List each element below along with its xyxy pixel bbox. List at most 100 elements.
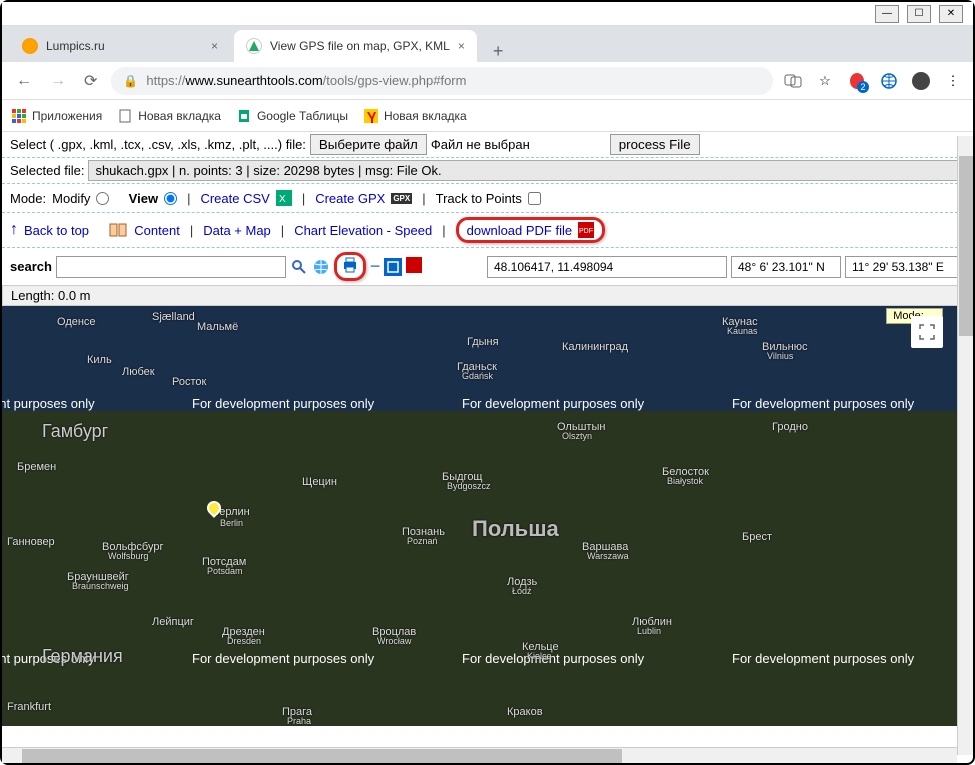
gpx-icon: GPX bbox=[391, 193, 412, 204]
globe-icon[interactable] bbox=[879, 71, 899, 91]
city-label: Kaunas bbox=[727, 326, 758, 336]
create-gpx-link[interactable]: Create GPX bbox=[315, 191, 385, 206]
tab-title: Lumpics.ru bbox=[46, 39, 105, 53]
back-to-top-link[interactable]: Back to top bbox=[24, 223, 89, 238]
bookmark-label: Новая вкладка bbox=[384, 109, 467, 123]
pdf-small-icon[interactable] bbox=[406, 257, 422, 276]
content-link[interactable]: Content bbox=[134, 223, 180, 238]
minimize-button[interactable]: — bbox=[875, 5, 899, 23]
city-label: Росток bbox=[172, 376, 206, 388]
city-label: Гамбург bbox=[42, 421, 108, 442]
favicon-sunearth bbox=[246, 38, 262, 54]
opera-ext-icon[interactable]: 2 bbox=[847, 71, 867, 91]
watermark: For development purposes only bbox=[462, 396, 644, 411]
window-controls: — ☐ ✕ bbox=[2, 2, 973, 26]
city-label: Białystok bbox=[667, 476, 703, 486]
watermark: For development purposes only bbox=[192, 651, 374, 666]
bookmark-item[interactable]: Новая вкладка bbox=[118, 109, 221, 123]
city-label: Любек bbox=[122, 366, 155, 378]
coord-lon-dms: 11° 29' 53.138" E bbox=[845, 256, 965, 278]
new-tab-button[interactable]: + bbox=[481, 41, 516, 62]
view-radio[interactable] bbox=[164, 192, 177, 205]
svg-text:PDF: PDF bbox=[579, 228, 593, 235]
selected-file-label: Selected file: bbox=[10, 163, 84, 178]
city-label: Оденсе bbox=[57, 316, 96, 328]
page-content: Select ( .gpx, .kml, .tcx, .csv, .xls, .… bbox=[2, 132, 973, 726]
download-pdf-link[interactable]: download PDF file bbox=[467, 223, 573, 238]
city-label: Vilnius bbox=[767, 351, 793, 361]
download-pdf-highlight: download PDF file PDF bbox=[456, 217, 606, 243]
city-label: Kielce bbox=[527, 651, 552, 661]
bookmark-label: Новая вкладка bbox=[138, 109, 221, 123]
horizontal-scrollbar[interactable] bbox=[2, 747, 957, 763]
close-window-button[interactable]: ✕ bbox=[939, 5, 963, 23]
scroll-thumb[interactable] bbox=[959, 156, 973, 336]
address-bar: ← → ⟳ 🔒 https://www.sunearthtools.com/to… bbox=[2, 62, 973, 100]
search-label: search bbox=[10, 259, 52, 274]
city-label: Poznań bbox=[407, 536, 438, 546]
book-icon bbox=[108, 222, 128, 238]
translate-icon[interactable] bbox=[783, 71, 803, 91]
file-select-row: Select ( .gpx, .kml, .tcx, .csv, .xls, .… bbox=[2, 132, 973, 158]
close-tab-icon[interactable]: × bbox=[211, 39, 218, 53]
bookmark-item[interactable]: Google Таблицы bbox=[237, 109, 348, 123]
tab-lumpics[interactable]: Lumpics.ru × bbox=[10, 30, 230, 62]
city-label: Potsdam bbox=[207, 566, 243, 576]
forward-button[interactable]: → bbox=[46, 68, 70, 94]
length-label: Length: 0.0 m bbox=[11, 288, 91, 303]
yandex-icon bbox=[364, 109, 378, 123]
search-icon[interactable] bbox=[290, 258, 308, 276]
extension-icons: ☆ 2 ⋮ bbox=[783, 71, 963, 91]
close-tab-icon[interactable]: × bbox=[458, 39, 465, 53]
bookmark-item[interactable]: Новая вкладка bbox=[364, 109, 467, 123]
chart-elevation-link[interactable]: Chart Elevation - Speed bbox=[294, 223, 432, 238]
badge-count: 2 bbox=[857, 81, 869, 93]
process-file-button[interactable]: process File bbox=[610, 134, 700, 155]
url-input[interactable]: 🔒 https://www.sunearthtools.com/tools/gp… bbox=[111, 67, 773, 95]
create-csv-link[interactable]: Create CSV bbox=[200, 191, 269, 206]
city-label: Dresden bbox=[227, 636, 261, 646]
apps-button[interactable]: Приложения bbox=[12, 109, 102, 123]
minus-icon[interactable]: − bbox=[370, 256, 381, 277]
city-label: Краков bbox=[507, 706, 543, 718]
excel-icon: X bbox=[276, 190, 292, 206]
star-icon[interactable]: ☆ bbox=[815, 71, 835, 91]
fullscreen-button[interactable] bbox=[911, 316, 943, 348]
coord-decimal: 48.106417, 11.498094 bbox=[487, 256, 727, 278]
menu-icon[interactable]: ⋮ bbox=[943, 71, 963, 91]
mode-label: Mode: bbox=[10, 191, 46, 206]
city-label: Gdańsk bbox=[462, 371, 493, 381]
reload-button[interactable]: ⟳ bbox=[80, 67, 101, 95]
scroll-thumb[interactable] bbox=[22, 749, 622, 763]
track-to-points-checkbox[interactable] bbox=[528, 192, 541, 205]
maximize-button[interactable]: ☐ bbox=[907, 5, 931, 23]
crop-icon[interactable] bbox=[384, 258, 402, 276]
search-row: search − 48.106417, 11.498094 48° 6' 23.… bbox=[2, 247, 973, 285]
tab-gps-view[interactable]: View GPS file on map, GPX, KML × bbox=[234, 30, 477, 62]
bookmark-label: Google Таблицы bbox=[257, 109, 348, 123]
apps-label: Приложения bbox=[32, 109, 102, 123]
watermark: For development purposes only bbox=[192, 396, 374, 411]
choose-file-button[interactable]: Выберите файл bbox=[310, 134, 427, 155]
print-icon[interactable] bbox=[341, 256, 359, 277]
city-label: Bydgoszcz bbox=[447, 481, 491, 491]
city-label: Щецин bbox=[302, 476, 337, 488]
selected-file-row: Selected file: shukach.gpx | n. points: … bbox=[2, 158, 973, 184]
back-button[interactable]: ← bbox=[12, 68, 36, 94]
url-text: https://www.sunearthtools.com/tools/gps-… bbox=[146, 73, 466, 88]
city-label: Łódź bbox=[512, 586, 532, 596]
city-label: Warszawa bbox=[587, 551, 629, 561]
city-label: Лейпциг bbox=[152, 616, 194, 628]
map-canvas[interactable]: Mode: ... ent purposes only For developm… bbox=[2, 306, 973, 726]
vertical-scrollbar[interactable] bbox=[957, 136, 973, 755]
mode-row: Mode: Modify View | Create CSV X | Creat… bbox=[2, 184, 973, 213]
data-map-link[interactable]: Data + Map bbox=[203, 223, 271, 238]
sheets-icon bbox=[237, 109, 251, 123]
search-input[interactable] bbox=[56, 256, 286, 278]
modify-radio[interactable] bbox=[96, 192, 109, 205]
globe-tool-icon[interactable] bbox=[312, 258, 330, 276]
bookmarks-bar: Приложения Новая вкладка Google Таблицы … bbox=[2, 100, 973, 132]
city-label: Мальмё bbox=[197, 321, 238, 333]
page-icon bbox=[118, 109, 132, 123]
avatar-icon[interactable] bbox=[911, 71, 931, 91]
